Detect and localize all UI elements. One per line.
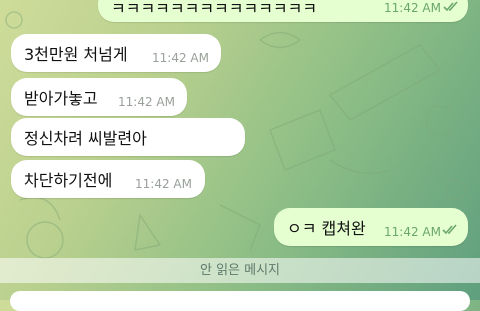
message-outgoing[interactable]: ㅋㅋㅋㅋㅋㅋㅋㅋㅋㅋㅋㅋㅋㅋ 11:42 AM — [98, 0, 468, 22]
message-incoming[interactable] — [10, 291, 470, 311]
message-text: 정신차려 씨발련아 — [24, 129, 147, 148]
message-time: 11:42 AM — [135, 177, 192, 191]
message-text: ㅋㅋㅋㅋㅋㅋㅋㅋㅋㅋㅋㅋㅋㅋ — [111, 0, 318, 18]
message-time: 11:42 AM — [118, 95, 175, 109]
unread-messages-divider: 안 읽은 메시지 — [0, 258, 480, 283]
message-text: 3천만원 처넘게 — [24, 45, 128, 64]
message-incoming[interactable]: 차단하기전에 11:42 AM — [11, 160, 205, 198]
message-incoming[interactable]: 3천만원 처넘게 11:42 AM — [11, 34, 221, 72]
message-incoming[interactable]: 받아가놓고 11:42 AM — [11, 78, 187, 116]
message-text: 받아가놓고 — [24, 89, 98, 108]
message-time: 11:42 AM — [384, 225, 441, 239]
message-text: ㅇㅋ 캡쳐완 — [287, 219, 366, 238]
double-check-icon — [443, 1, 458, 12]
chat-area[interactable]: ㅋㅋㅋㅋㅋㅋㅋㅋㅋㅋㅋㅋㅋㅋ 11:42 AM 3천만원 처넘게 11:42 A… — [0, 0, 480, 311]
double-check-icon — [442, 224, 457, 235]
message-time: 11:42 AM — [384, 1, 441, 15]
message-text: 차단하기전에 — [24, 171, 113, 190]
message-time: 11:42 AM — [152, 51, 209, 65]
message-outgoing[interactable]: ㅇㅋ 캡쳐완 11:42 AM — [274, 208, 468, 246]
message-incoming[interactable]: 정신차려 씨발련아 — [11, 118, 245, 156]
